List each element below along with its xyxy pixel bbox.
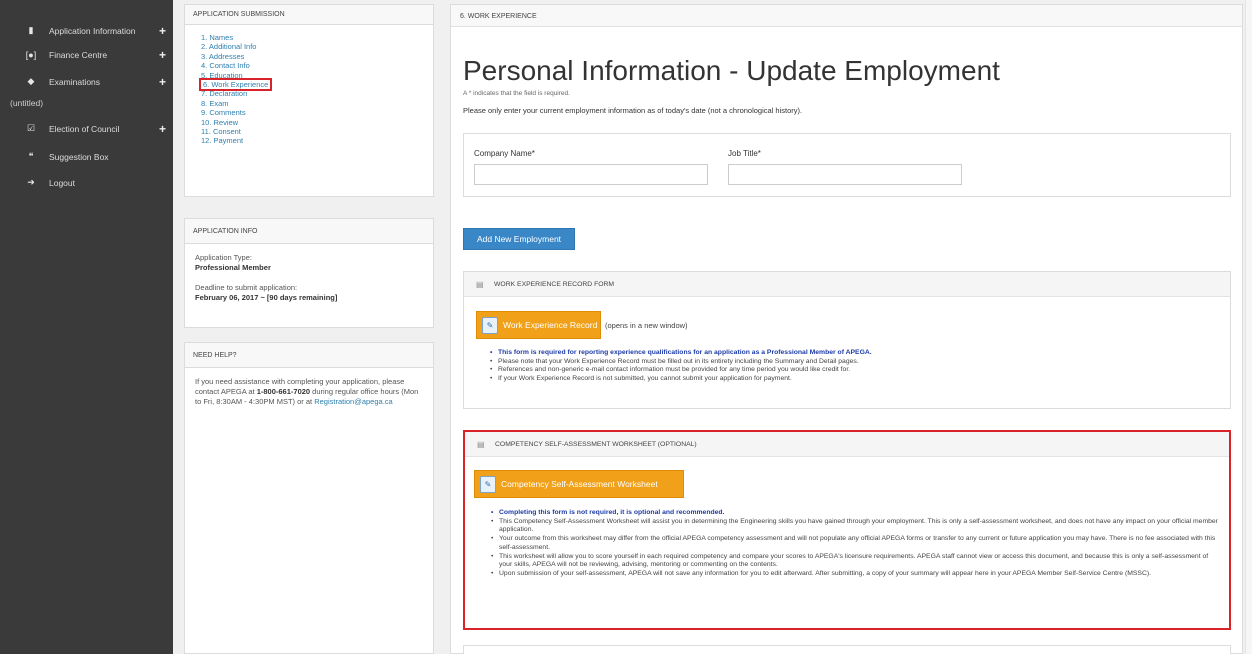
- sidebar-item-label: Logout: [49, 177, 75, 188]
- step-review[interactable]: 10. Review: [201, 118, 238, 127]
- comments-icon: ❝: [28, 151, 34, 161]
- step-consent[interactable]: 11. Consent: [201, 127, 241, 136]
- book-icon: ▮: [28, 25, 34, 35]
- sidebar-item-suggestion-box[interactable]: ❝ Suggestion Box: [0, 151, 173, 162]
- steps-list: 1. Names 2. Additional Info 3. Addresses…: [185, 25, 433, 146]
- panel-header: NEED HELP?: [185, 343, 433, 368]
- section-header: ▤ COMPETENCY SELF-ASSESSMENT WORKSHEET (…: [465, 432, 1229, 457]
- step-work-experience[interactable]: 6. Work Experience: [198, 77, 273, 91]
- application-info-body: Application Type: Professional Member De…: [185, 244, 433, 312]
- document-icon: ▤: [476, 280, 484, 289]
- sidebar-untitled-label[interactable]: (untitled): [10, 98, 43, 108]
- step-declaration[interactable]: 7. Declaration: [201, 89, 247, 98]
- competency-bullets: Completing this form is not required, it…: [491, 509, 1219, 579]
- sidebar-item-examinations[interactable]: ◆ Examinations +: [0, 75, 173, 89]
- list-item: Upon submission of your self-assessment,…: [491, 570, 1219, 579]
- list-item: Please note that your Work Experience Re…: [490, 358, 1220, 367]
- step-addresses[interactable]: 3. Addresses: [201, 52, 244, 61]
- expand-plus-icon[interactable]: +: [159, 48, 166, 62]
- sidebar-item-application-information[interactable]: ▮ Application Information +: [0, 24, 173, 38]
- list-item: If your Work Experience Record is not su…: [490, 375, 1220, 384]
- help-email-link[interactable]: Registration@apega.ca: [314, 397, 393, 406]
- sidebar-item-finance-centre[interactable]: [●] Finance Centre +: [0, 48, 173, 62]
- competency-worksheet-section: ▤ COMPETENCY SELF-ASSESSMENT WORKSHEET (…: [463, 430, 1231, 630]
- checkbox-icon: ☑: [26, 123, 36, 133]
- section-header: ▤ WORK EXPERIENCE RECORD FORM: [464, 272, 1230, 297]
- employment-form: Company Name* Job Title*: [463, 133, 1231, 197]
- deadline-value: February 06, 2017 ~ [90 days remaining]: [195, 293, 338, 302]
- sidebar-item-label: Suggestion Box: [49, 151, 109, 162]
- step-contact-info[interactable]: 4. Contact Info: [201, 61, 250, 70]
- next-section-partial: [463, 645, 1231, 654]
- step-additional-info[interactable]: 2. Additional Info: [201, 42, 256, 51]
- job-title-input[interactable]: [728, 164, 962, 185]
- work-experience-record-button[interactable]: ✎ Work Experience Record: [476, 311, 601, 339]
- step-names[interactable]: 1. Names: [201, 33, 233, 42]
- required-note: A * indicates that the field is required…: [463, 90, 570, 97]
- sidebar-item-election-of-council[interactable]: ☑ Election of Council +: [0, 122, 173, 136]
- application-type-value: Professional Member: [195, 263, 271, 272]
- application-type-label: Application Type:: [195, 253, 252, 262]
- section-title: WORK EXPERIENCE RECORD FORM: [494, 281, 615, 288]
- list-item: Completing this form is not required, it…: [491, 509, 1219, 518]
- need-help-panel: NEED HELP? If you need assistance with c…: [184, 342, 434, 654]
- add-new-employment-button[interactable]: Add New Employment: [463, 228, 575, 250]
- money-icon: [●]: [25, 50, 37, 60]
- panel-header: APPLICATION SUBMISSION: [185, 5, 433, 25]
- list-item: This form is required for reporting expe…: [490, 349, 1220, 358]
- deadline-label: Deadline to submit application:: [195, 283, 298, 292]
- expand-plus-icon[interactable]: +: [159, 122, 166, 136]
- section-header: 6. WORK EXPERIENCE: [451, 5, 1242, 27]
- expand-plus-icon[interactable]: +: [159, 75, 166, 89]
- list-item: Your outcome from this worksheet may dif…: [491, 535, 1219, 552]
- expand-plus-icon[interactable]: +: [159, 24, 166, 38]
- sidebar-item-logout[interactable]: ➜ Logout: [0, 177, 173, 188]
- button-label: Work Experience Record: [503, 320, 598, 330]
- document-icon: ✎: [482, 317, 498, 334]
- company-name-label: Company Name*: [474, 149, 535, 158]
- sidebar-item-label: Application Information: [49, 25, 136, 36]
- logout-icon: ➜: [27, 177, 35, 187]
- sidebar-item-label: Election of Council: [49, 123, 120, 134]
- step-comments[interactable]: 9. Comments: [201, 108, 246, 117]
- document-icon: ✎: [480, 476, 496, 493]
- opens-new-window-note: (opens in a new window): [605, 321, 688, 330]
- company-name-input[interactable]: [474, 164, 708, 185]
- page-title: Personal Information - Update Employment: [463, 55, 1000, 86]
- page-scrollbar[interactable]: [1245, 0, 1252, 654]
- step-education[interactable]: 5. Education: [201, 71, 243, 80]
- sidebar: ▮ Application Information + [●] Finance …: [0, 0, 173, 654]
- button-label: Competency Self-Assessment Worksheet: [501, 479, 658, 489]
- document-icon: ▤: [477, 440, 485, 449]
- sidebar-item-label: Finance Centre: [49, 50, 108, 60]
- need-help-body: If you need assistance with completing y…: [185, 368, 433, 416]
- application-info-panel: APPLICATION INFO Application Type: Profe…: [184, 218, 434, 328]
- panel-header: APPLICATION INFO: [185, 219, 433, 244]
- work-record-bullets: This form is required for reporting expe…: [490, 349, 1220, 384]
- application-submission-panel: APPLICATION SUBMISSION 1. Names 2. Addit…: [184, 4, 434, 197]
- list-item: This Competency Self-Assessment Workshee…: [491, 518, 1219, 535]
- work-experience-record-section: ▤ WORK EXPERIENCE RECORD FORM ✎ Work Exp…: [463, 271, 1231, 409]
- main-panel: 6. WORK EXPERIENCE Personal Information …: [450, 4, 1243, 654]
- job-title-label: Job Title*: [728, 149, 761, 158]
- section-title: COMPETENCY SELF-ASSESSMENT WORKSHEET (OP…: [495, 441, 697, 448]
- step-payment[interactable]: 12. Payment: [201, 136, 243, 145]
- list-item: This worksheet will allow you to score y…: [491, 553, 1219, 570]
- help-phone: 1-800-661-7020: [256, 387, 311, 396]
- compass-icon: ◆: [27, 76, 35, 86]
- step-exam[interactable]: 8. Exam: [201, 99, 229, 108]
- competency-worksheet-button[interactable]: ✎ Competency Self-Assessment Worksheet: [474, 470, 684, 498]
- list-item: References and non-generic e-mail contac…: [490, 366, 1220, 375]
- sidebar-item-label: Examinations: [49, 76, 101, 87]
- instruction-text: Please only enter your current employmen…: [463, 106, 803, 115]
